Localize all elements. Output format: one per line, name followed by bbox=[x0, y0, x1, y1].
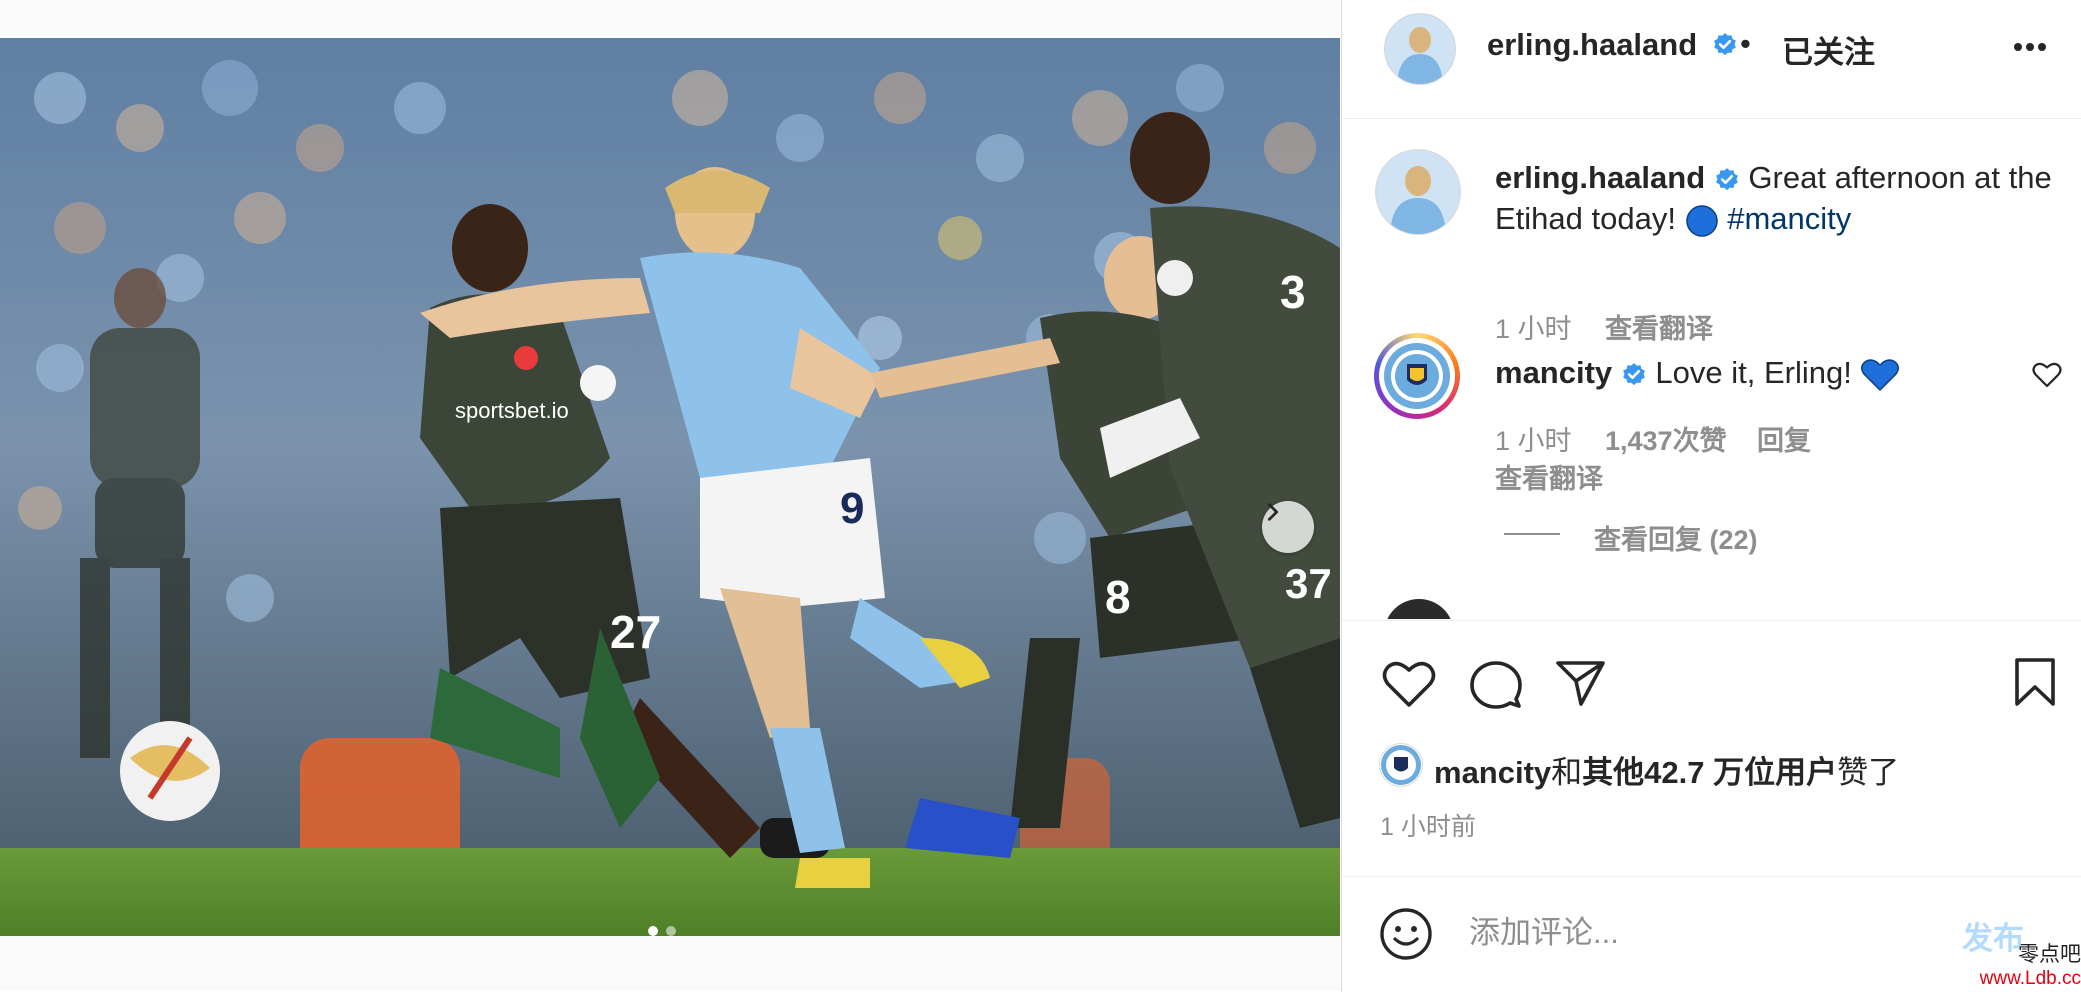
verified-badge-icon bbox=[1715, 167, 1738, 190]
caption-avatar[interactable] bbox=[1375, 149, 1461, 235]
football-match-photo: sportsbet.io 27 9 sbet.io bbox=[0, 38, 1340, 936]
chevron-right-icon bbox=[1267, 503, 1279, 521]
like-heart-icon[interactable] bbox=[1382, 659, 1436, 709]
caption-translate-link[interactable]: 查看翻译 bbox=[1605, 307, 1713, 346]
likes-first-user[interactable]: mancity bbox=[1434, 755, 1551, 790]
comment-input[interactable] bbox=[1467, 907, 1951, 959]
more-options-button[interactable] bbox=[2006, 30, 2054, 64]
blue-circle-icon bbox=[1685, 205, 1718, 237]
comment-like-icon[interactable] bbox=[2032, 361, 2062, 389]
post-header: erling.haaland • 已关注 bbox=[1342, 0, 2081, 119]
site-watermark: 零点吧 www.Ldb.cc bbox=[1960, 938, 2081, 991]
caption-hashtag[interactable]: #mancity bbox=[1727, 201, 1851, 236]
action-bar: mancity和其他42.7 万位用户赞了 1 小时前 发布 bbox=[1342, 620, 2081, 991]
follow-status-button[interactable]: 已关注 bbox=[1782, 27, 1875, 72]
svg-text:8: 8 bbox=[1105, 571, 1131, 623]
comment-text-block: mancity Love it, Erling! bbox=[1495, 352, 1995, 393]
carousel-indicator bbox=[648, 926, 676, 936]
share-direct-icon[interactable] bbox=[1554, 657, 1606, 709]
svg-text:3: 3 bbox=[1280, 266, 1306, 318]
mancity-crest-icon bbox=[1384, 343, 1450, 409]
view-replies-link[interactable]: 查看回复 (22) bbox=[1594, 518, 1758, 557]
comment-translate-link[interactable]: 查看翻译 bbox=[1495, 457, 1603, 496]
comment-text: Love it, Erling! bbox=[1655, 355, 1852, 390]
carousel-dot-1 bbox=[648, 926, 658, 936]
svg-text:37: 37 bbox=[1285, 560, 1332, 607]
avatar-image bbox=[1376, 150, 1460, 234]
comment-bubble-icon[interactable] bbox=[1470, 659, 1522, 711]
comments-section: erling.haaland Great afternoon at the Et… bbox=[1342, 119, 2081, 619]
likes-others[interactable]: 其他42.7 万位用户 bbox=[1582, 755, 1837, 790]
next-comment-avatar bbox=[1384, 599, 1454, 619]
comment-likes-count[interactable]: 1,437次赞 bbox=[1605, 419, 1727, 458]
liker-avatar[interactable] bbox=[1379, 743, 1423, 787]
commenter-avatar[interactable] bbox=[1374, 333, 1460, 419]
avatar-image bbox=[1385, 14, 1455, 84]
likes-suffix: 赞了 bbox=[1837, 755, 1900, 790]
watermark-line2: www.Ldb.cc bbox=[1979, 968, 2081, 989]
likes-joiner: 和 bbox=[1551, 755, 1583, 790]
author-username[interactable]: erling.haaland bbox=[1487, 27, 1697, 63]
header-separator: • bbox=[1740, 26, 1751, 61]
post-photo[interactable]: sportsbet.io 27 9 sbet.io bbox=[0, 38, 1340, 936]
more-icon bbox=[2014, 43, 2046, 51]
commenter-username[interactable]: mancity bbox=[1495, 355, 1612, 390]
post-timestamp: 1 小时前 bbox=[1380, 813, 1476, 841]
comment-time: 1 小时 bbox=[1495, 426, 1572, 456]
likes-summary[interactable]: mancity和其他42.7 万位用户赞了 bbox=[1434, 747, 1899, 792]
verified-badge-icon bbox=[1714, 33, 1736, 56]
svg-text:sportsbet.io: sportsbet.io bbox=[455, 398, 569, 423]
author-avatar[interactable] bbox=[1384, 13, 1456, 85]
caption-time: 1 小时 bbox=[1495, 314, 1572, 344]
replies-divider bbox=[1504, 533, 1560, 535]
svg-text:9: 9 bbox=[840, 484, 864, 533]
caption-text-block: erling.haaland Great afternoon at the Et… bbox=[1495, 157, 2055, 239]
carousel-dot-2 bbox=[666, 926, 676, 936]
carousel-next-button[interactable] bbox=[1262, 501, 1314, 553]
comment-reply-link[interactable]: 回复 bbox=[1757, 419, 1811, 458]
verified-badge-icon bbox=[1622, 362, 1645, 385]
blue-heart-icon bbox=[1861, 359, 1900, 391]
mancity-crest-icon bbox=[1381, 745, 1421, 785]
watermark-line1: 零点吧 bbox=[2018, 942, 2081, 966]
media-panel: sportsbet.io 27 9 sbet.io bbox=[0, 0, 1340, 991]
caption-username[interactable]: erling.haaland bbox=[1495, 160, 1705, 195]
svg-text:27: 27 bbox=[610, 606, 661, 658]
post-side-panel: erling.haaland • 已关注 erling.haaland Grea… bbox=[1341, 0, 2081, 991]
save-bookmark-icon[interactable] bbox=[2013, 657, 2057, 707]
emoji-icon[interactable] bbox=[1379, 907, 1433, 961]
